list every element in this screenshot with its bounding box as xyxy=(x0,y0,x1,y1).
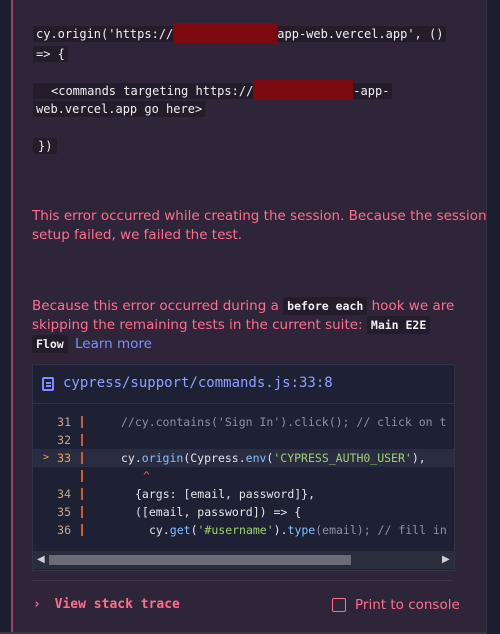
snippet-text: app-web.vercel.app', () xyxy=(277,27,444,41)
line-number: 36 xyxy=(57,523,71,537)
line-marker xyxy=(81,488,83,500)
file-path-link[interactable]: cypress/support/commands.js:33:8 xyxy=(63,375,333,391)
print-to-console-label: Print to console xyxy=(355,597,460,613)
line-number: 32 xyxy=(57,433,71,447)
vertical-scrollbar-track[interactable] xyxy=(487,0,500,634)
hook-error-line-2: skipping the remaining tests in the curr… xyxy=(32,316,431,335)
redacted-text xyxy=(253,80,354,100)
code-line-highlighted: > 33 cy.origin(Cypress.env('CYPRESS_AUTH… xyxy=(33,449,454,467)
hook-error-line-1: Because this error occurred during a bef… xyxy=(32,297,454,316)
line-number: 35 xyxy=(57,505,71,519)
snippet-text: cy.origin('https:// xyxy=(36,27,174,41)
code-text: ([email, password]) => { xyxy=(135,505,302,519)
suite-name-code: Main E2E xyxy=(366,316,431,334)
code-line: 36 cy.get('#username').type(email); // f… xyxy=(33,521,454,539)
scroll-right-icon[interactable]: ▶ xyxy=(442,554,450,565)
line-marker xyxy=(81,506,83,518)
snippet-line-2: => { xyxy=(33,43,68,62)
snippet-text: }) xyxy=(33,138,58,154)
code-text: cy.get('#username').type(email); // fill… xyxy=(149,523,447,537)
hook-text: hook we are xyxy=(371,298,455,314)
code-line: 31 //cy.contains('Sign In').click(); // … xyxy=(33,413,454,431)
scroll-left-icon[interactable]: ◀ xyxy=(37,554,45,565)
session-error-line-1: This error occurred while creating the s… xyxy=(32,208,487,224)
skip-text: skipping the remaining tests in the curr… xyxy=(32,317,363,333)
code-text: //cy.contains('Sign In').click(); // cli… xyxy=(121,415,447,429)
page: cy.origin('https:// app-web.vercel.app', … xyxy=(0,0,500,634)
code-line: ^ xyxy=(33,467,454,485)
document-icon xyxy=(42,377,54,391)
divider xyxy=(32,580,453,581)
hook-error-line-3: Flow Learn more xyxy=(32,335,152,354)
snippet-line-3: <commands targeting https:// -app- xyxy=(33,80,393,100)
code-line: 32 xyxy=(33,431,454,449)
code-line: 34 {args: [email, password]}, xyxy=(33,485,454,503)
line-marker xyxy=(81,434,83,446)
code-text: {args: [email, password]}, xyxy=(135,487,316,501)
snippet-line-5: }) xyxy=(33,135,58,154)
code-frame-header[interactable]: cypress/support/commands.js:33:8 xyxy=(33,365,454,404)
snippet-text: <commands targeting https:// xyxy=(51,84,254,98)
line-number: 34 xyxy=(57,487,71,501)
horizontal-scrollbar[interactable]: ◀ ▶ xyxy=(33,551,454,569)
line-marker xyxy=(81,416,83,428)
code-frame: cypress/support/commands.js:33:8 31 //cy… xyxy=(32,364,455,571)
chevron-right-icon: › xyxy=(33,597,41,612)
snippet-line-1: cy.origin('https:// app-web.vercel.app', … xyxy=(33,23,447,43)
snippet-text: -app- xyxy=(353,84,390,98)
suite-name-code: Flow xyxy=(32,335,68,353)
session-error-line-2: setup failed, we failed the test. xyxy=(32,227,243,243)
view-stack-trace-button[interactable]: › View stack trace xyxy=(33,597,180,612)
hook-text: Because this error occurred during a xyxy=(32,298,279,314)
snippet-text: => { xyxy=(33,46,68,62)
redacted-text xyxy=(173,23,278,43)
hook-name-code: before each xyxy=(283,297,368,315)
scrollbar-thumb[interactable] xyxy=(49,555,351,565)
snippet-line-4: web.vercel.app go here> xyxy=(33,98,206,117)
line-marker xyxy=(81,524,83,536)
error-caret: ^ xyxy=(143,469,150,483)
line-number: 31 xyxy=(57,415,71,429)
snippet-text: web.vercel.app go here> xyxy=(33,101,206,117)
learn-more-link[interactable]: Learn more xyxy=(75,336,152,352)
line-marker xyxy=(81,470,83,482)
code-text: cy.origin(Cypress.env('CYPRESS_AUTH0_USE… xyxy=(121,451,426,465)
code-line: 35 ([email, password]) => { xyxy=(33,503,454,521)
line-number: 33 xyxy=(57,451,71,465)
view-stack-label: View stack trace xyxy=(54,597,180,612)
code-area: 31 //cy.contains('Sign In').click(); // … xyxy=(33,405,454,551)
line-marker xyxy=(81,452,83,464)
console-icon xyxy=(332,598,346,612)
